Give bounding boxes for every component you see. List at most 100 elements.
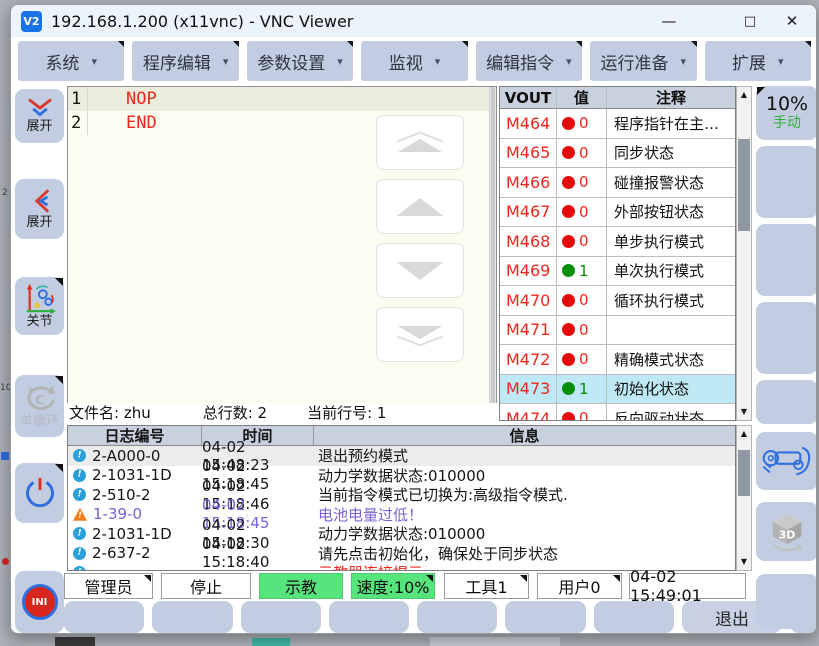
close-button[interactable]: ✕ bbox=[772, 5, 812, 37]
function-button-5[interactable] bbox=[417, 601, 497, 633]
status-tool[interactable]: 工具1 bbox=[444, 573, 529, 599]
log-row[interactable]: 2-1031-1D 04-02 15:18:45 动力学数据状态:010000 bbox=[68, 466, 735, 486]
function-button-1[interactable] bbox=[64, 601, 144, 633]
status-speed[interactable]: 速度:10% bbox=[351, 573, 435, 599]
scrollbar-thumb[interactable] bbox=[738, 139, 750, 231]
vout-row[interactable]: M468 0 单步执行模式 bbox=[500, 227, 735, 257]
menu-item-edit-instruction[interactable]: 编辑指令 ▾ bbox=[476, 41, 582, 81]
editor-scrollbar[interactable] bbox=[489, 87, 496, 403]
expand-down-button[interactable]: 展开 bbox=[15, 89, 64, 143]
info-icon bbox=[73, 547, 86, 560]
page-down-button[interactable] bbox=[376, 307, 464, 362]
status-user-level[interactable]: 管理员 bbox=[64, 573, 153, 599]
chevron-down-icon: ▾ bbox=[778, 55, 784, 68]
vout-row[interactable]: M469 1 单次执行模式 bbox=[500, 257, 735, 287]
minimize-button[interactable]: — bbox=[649, 5, 689, 37]
vout-row[interactable]: M472 0 精确模式状态 bbox=[500, 345, 735, 375]
window-title: 192.168.1.200 (x11vnc) - VNC Viewer bbox=[51, 12, 353, 31]
corner-mark-icon bbox=[613, 575, 620, 582]
log-row[interactable]: 2-637-2 04-02 15:18:40 请先点击初始化，确保处于同步状态 bbox=[68, 544, 735, 564]
log-row[interactable]: 2-510-2 04-02 15:18:46 当前指令模式已切换为:高级指令模式… bbox=[68, 485, 735, 505]
status-teach-mode[interactable]: 示教 bbox=[259, 573, 343, 599]
page-up-button[interactable] bbox=[376, 115, 464, 170]
info-icon bbox=[73, 527, 86, 540]
right-panel-button-4[interactable] bbox=[756, 380, 817, 424]
column-header: 注释 bbox=[607, 87, 735, 108]
menu-item-system[interactable]: 系统 ▾ bbox=[18, 41, 124, 81]
vout-row[interactable]: M466 0 碰撞报警状态 bbox=[500, 168, 735, 198]
expand-left-button[interactable]: 展开 bbox=[15, 179, 64, 239]
vout-row[interactable]: M467 0 外部按钮状态 bbox=[500, 198, 735, 228]
cube-3d-icon: 3D bbox=[765, 510, 809, 554]
code-line[interactable]: 1 NOP bbox=[68, 87, 496, 111]
right-panel-button-2[interactable] bbox=[756, 224, 817, 296]
info-icon bbox=[73, 449, 86, 462]
function-button-7[interactable] bbox=[594, 601, 674, 633]
robot-joint-axes-icon bbox=[23, 282, 57, 314]
line-number: 2 bbox=[68, 111, 88, 135]
scroll-up-icon[interactable]: ▲ bbox=[737, 430, 751, 438]
scroll-down-icon[interactable]: ▼ bbox=[737, 408, 751, 416]
joint-coordinate-button[interactable]: 关节 bbox=[15, 277, 64, 335]
menu-item-run-prepare[interactable]: 运行准备 ▾ bbox=[590, 41, 696, 81]
vout-scrollbar[interactable]: ▲ ▼ bbox=[736, 86, 752, 421]
taskbar-fragment bbox=[55, 637, 95, 646]
log-row[interactable]: 2-1031-1D 04-02 15:18:30 动力学数据状态:010000 bbox=[68, 524, 735, 544]
vout-row[interactable]: M474 0 反向驱动状态 bbox=[500, 404, 735, 421]
status-user-frame[interactable]: 用户0 bbox=[537, 573, 622, 599]
status-dot bbox=[562, 323, 575, 336]
line-up-button[interactable] bbox=[376, 179, 464, 234]
background-window-fragment bbox=[1, 452, 9, 460]
vout-row-selected[interactable]: M473 1 初始化状态 bbox=[500, 375, 735, 405]
function-button-3[interactable] bbox=[241, 601, 321, 633]
status-dot bbox=[562, 412, 575, 421]
ini-button[interactable]: INI bbox=[15, 571, 64, 633]
code-editor[interactable]: 1 NOP 2 END bbox=[67, 86, 497, 404]
maximize-button[interactable]: □ bbox=[730, 5, 770, 37]
menu-label: 参数设置 bbox=[257, 49, 325, 74]
taskbar-fragment bbox=[252, 638, 290, 646]
power-button[interactable] bbox=[15, 463, 64, 523]
function-button-6[interactable] bbox=[505, 601, 585, 633]
background-window-fragment: 2 bbox=[2, 188, 8, 198]
vout-table: VOUT 值 注释 M464 0 程序指针在主… M465 0 同步状态 M46… bbox=[499, 86, 736, 421]
function-key-bar: 退出 bbox=[64, 601, 817, 633]
log-row[interactable]: 1-39-0 04-02 15:18:45 电池电量过低！ bbox=[68, 505, 735, 525]
double-chevron-down-icon bbox=[25, 97, 55, 119]
menu-item-monitor[interactable]: 监视 ▾ bbox=[361, 41, 467, 81]
log-header-row: 日志编号 时间 信息 bbox=[68, 426, 735, 446]
ini-icon: INI bbox=[22, 584, 58, 620]
chevron-down-icon: ▾ bbox=[337, 55, 343, 68]
right-panel-button-5[interactable] bbox=[756, 574, 817, 629]
menu-item-param-settings[interactable]: 参数设置 ▾ bbox=[247, 41, 353, 81]
info-icon bbox=[73, 566, 86, 571]
function-button-2[interactable] bbox=[152, 601, 232, 633]
function-button-4[interactable] bbox=[329, 601, 409, 633]
menu-item-program-edit[interactable]: 程序编辑 ▾ bbox=[132, 41, 238, 81]
view-3d-button[interactable]: 3D bbox=[756, 502, 817, 561]
vout-row[interactable]: M465 0 同步状态 bbox=[500, 139, 735, 169]
vout-row[interactable]: M471 0 bbox=[500, 316, 735, 346]
log-table: 日志编号 时间 信息 2-A000-0 04-02 15:48:23 退出预约模… bbox=[67, 425, 736, 571]
scroll-up-icon[interactable]: ▲ bbox=[737, 91, 751, 99]
log-row[interactable]: 2-A000-0 04-02 15:48:23 退出预约模式 bbox=[68, 446, 735, 466]
corner-mark-icon bbox=[520, 575, 527, 582]
menu-item-extension[interactable]: 扩展 ▾ bbox=[705, 41, 811, 81]
menu-label: 系统 bbox=[45, 49, 79, 74]
vout-row[interactable]: M464 0 程序指针在主… bbox=[500, 109, 735, 139]
pendant-controller-button[interactable] bbox=[756, 432, 817, 490]
log-scrollbar[interactable]: ▲ ▼ bbox=[736, 425, 752, 571]
double-arrow-down-icon bbox=[389, 322, 451, 348]
file-name: 文件名: zhu bbox=[69, 402, 151, 423]
vout-row[interactable]: M470 0 循环执行模式 bbox=[500, 286, 735, 316]
right-panel-button-1[interactable] bbox=[756, 146, 817, 218]
double-arrow-up-icon bbox=[389, 130, 451, 156]
line-down-button[interactable] bbox=[376, 243, 464, 298]
right-panel-button-3[interactable] bbox=[756, 302, 817, 374]
scrollbar-thumb[interactable] bbox=[738, 450, 750, 496]
window-titlebar[interactable]: V2 192.168.1.200 (x11vnc) - VNC Viewer —… bbox=[11, 5, 816, 37]
status-run-state[interactable]: 停止 bbox=[161, 573, 251, 599]
speed-mode-button[interactable]: 10% 手动 bbox=[756, 86, 817, 140]
scroll-down-icon[interactable]: ▼ bbox=[737, 558, 751, 566]
single-loop-button[interactable]: C 单循环 bbox=[15, 375, 64, 437]
